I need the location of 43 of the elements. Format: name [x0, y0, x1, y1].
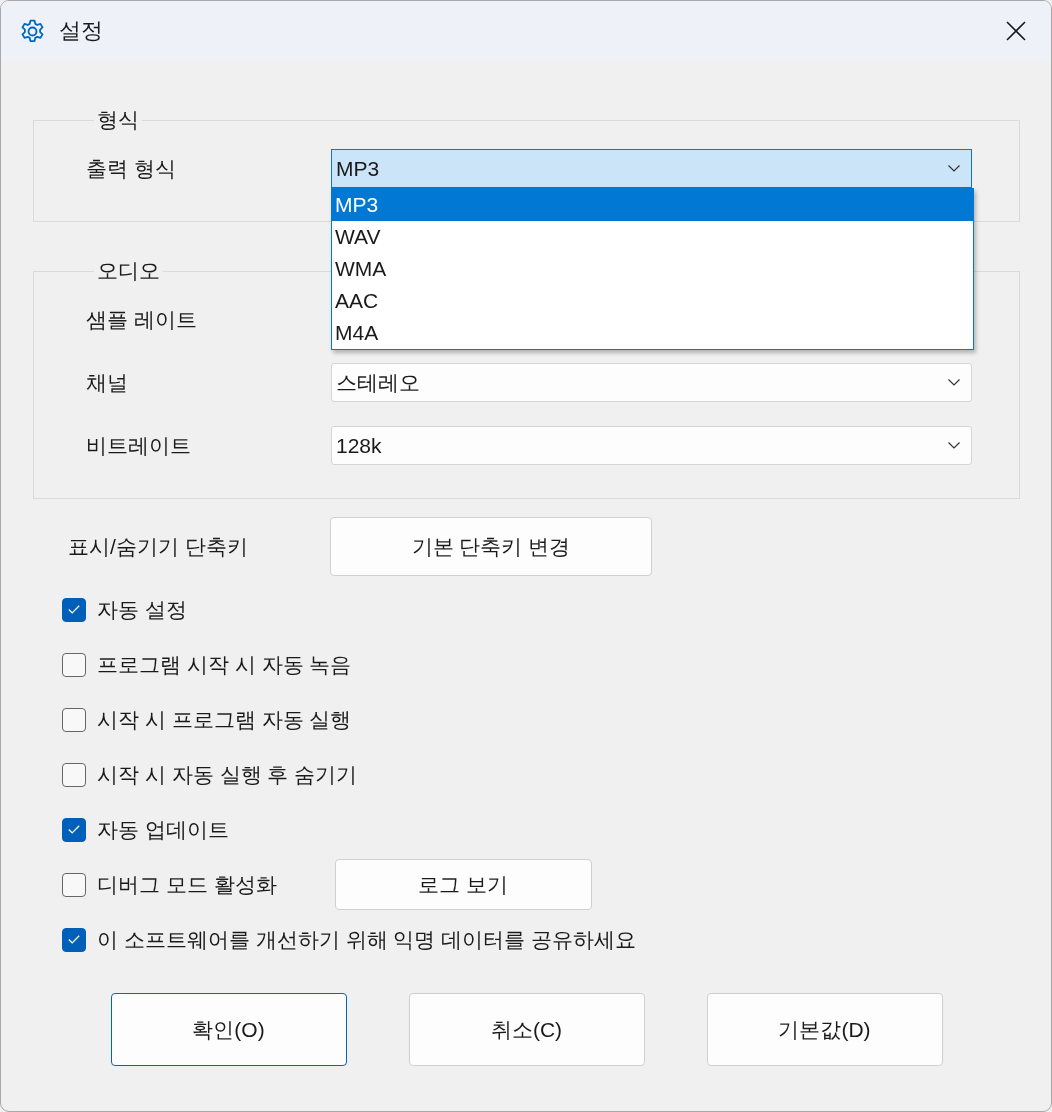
checkbox[interactable] — [62, 707, 86, 732]
checkbox-label[interactable]: 디버그 모드 활성화 — [97, 870, 277, 899]
view-log-button[interactable]: 로그 보기 — [334, 859, 592, 910]
checkbox-label[interactable]: 이 소프트웨어를 개선하기 위해 익명 데이터를 공유하세요 — [97, 925, 636, 954]
checkbox[interactable] — [62, 817, 86, 842]
dropdown-option[interactable]: WMA — [332, 253, 973, 285]
checkbox[interactable] — [62, 927, 86, 952]
group-title: 오디오 — [96, 259, 161, 283]
dropdown[interactable]: MP3 — [331, 149, 972, 188]
dropdown[interactable]: 스테레오 — [331, 363, 972, 402]
chevron-down-icon — [948, 379, 960, 386]
dialog-button[interactable]: 기본값(D) — [706, 993, 943, 1066]
checkbox[interactable] — [62, 762, 86, 787]
group-title: 형식 — [96, 108, 140, 132]
close-icon — [1006, 21, 1026, 41]
checkbox-label[interactable]: 자동 업데이트 — [97, 815, 229, 844]
checkmark-icon — [68, 825, 80, 834]
dialog-button[interactable]: 취소(C) — [408, 993, 645, 1066]
field-label: 비트레이트 — [86, 432, 192, 459]
field-label: 출력 형식 — [86, 155, 177, 182]
window-title: 설정 — [59, 17, 103, 45]
close-button[interactable] — [1006, 21, 1026, 41]
checkbox-label[interactable]: 시작 시 프로그램 자동 실행 — [97, 705, 352, 734]
dropdown-option[interactable]: WAV — [332, 221, 973, 253]
chevron-down-icon — [948, 165, 960, 172]
checkbox[interactable] — [62, 872, 86, 897]
checkbox[interactable] — [62, 597, 86, 622]
checkbox-label[interactable]: 자동 설정 — [97, 595, 187, 624]
field-label: 샘플 레이트 — [86, 306, 198, 333]
checkbox-label[interactable]: 프로그램 시작 시 자동 녹음 — [97, 650, 352, 679]
change-hotkey-button[interactable]: 기본 단축키 변경 — [330, 517, 652, 576]
chevron-down-icon — [948, 442, 960, 449]
checkmark-icon — [68, 605, 80, 614]
checkbox[interactable] — [62, 652, 86, 677]
checkbox-label[interactable]: 시작 시 자동 실행 후 숨기기 — [97, 760, 358, 789]
dropdown-option[interactable]: M4A — [332, 317, 973, 349]
dropdown[interactable]: 128k — [331, 426, 972, 465]
dropdown-option[interactable]: AAC — [332, 285, 973, 317]
dialog-button[interactable]: 확인(O) — [110, 993, 347, 1066]
hotkey-label: 표시/숨기기 단축키 — [68, 533, 249, 560]
dropdown-option[interactable]: MP3 — [332, 189, 973, 221]
checkmark-icon — [68, 935, 80, 944]
field-label: 채널 — [86, 369, 129, 396]
